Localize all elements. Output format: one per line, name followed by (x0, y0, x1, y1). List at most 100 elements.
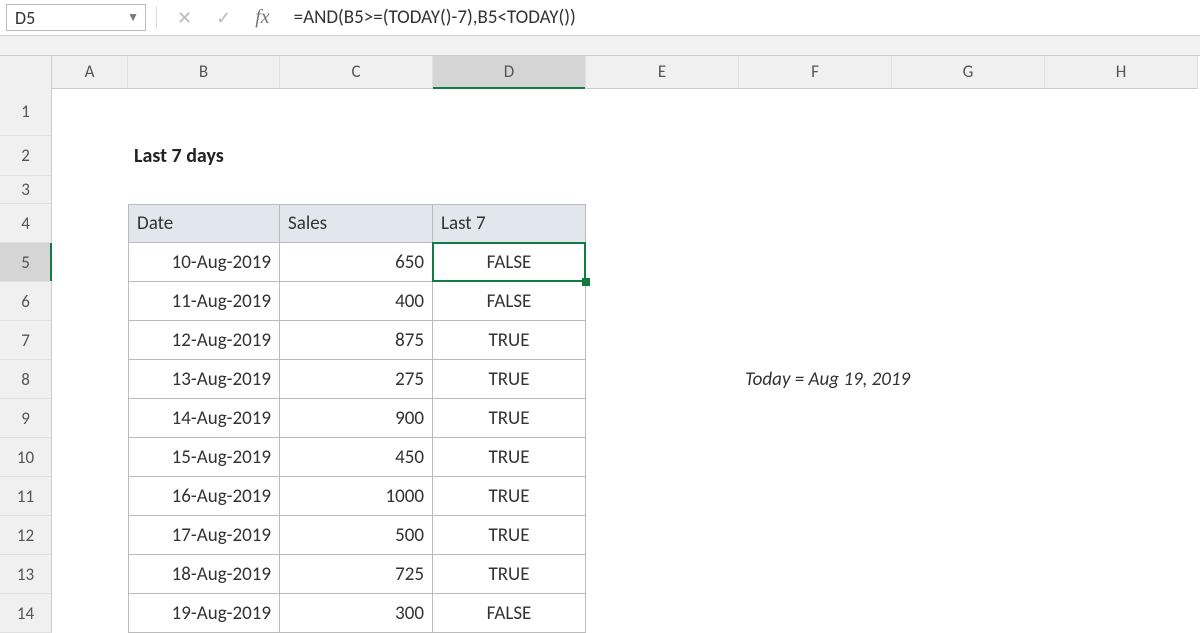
cell-h7[interactable] (1045, 321, 1198, 360)
name-box[interactable]: ▼ (6, 4, 146, 31)
cell-h4[interactable] (1045, 204, 1198, 243)
cell-sales[interactable]: 875 (280, 321, 433, 360)
cell-last7[interactable]: TRUE (433, 555, 586, 594)
cell-c3[interactable] (280, 176, 433, 204)
cell-d3[interactable] (433, 176, 586, 204)
fx-icon[interactable]: fx (255, 6, 269, 29)
select-all-corner[interactable] (0, 56, 52, 89)
cell-g2[interactable] (892, 136, 1045, 176)
cell-b3[interactable] (128, 176, 280, 204)
cell-d1[interactable] (433, 88, 586, 136)
cell-e10[interactable] (586, 438, 739, 477)
cell-e3[interactable] (586, 176, 739, 204)
row-header[interactable]: 14 (0, 594, 52, 633)
cell-a8[interactable] (52, 360, 128, 399)
cell-a14[interactable] (52, 594, 128, 633)
cell-last7[interactable]: FALSE (433, 243, 586, 282)
cell-g13[interactable] (892, 555, 1045, 594)
cell-last7[interactable]: FALSE (433, 594, 586, 633)
col-header-b[interactable]: B (128, 56, 280, 89)
cell-h8[interactable] (1045, 360, 1198, 399)
cell-last7[interactable]: TRUE (433, 516, 586, 555)
cell-a13[interactable] (52, 555, 128, 594)
row-header[interactable]: 2 (0, 136, 52, 176)
col-header-d[interactable]: D (433, 56, 586, 89)
cell-f1[interactable] (739, 88, 892, 136)
row-header[interactable]: 9 (0, 399, 52, 438)
cell-a2[interactable] (52, 136, 128, 176)
name-box-input[interactable] (15, 7, 95, 29)
cell-sales[interactable]: 400 (280, 282, 433, 321)
row-header[interactable]: 11 (0, 477, 52, 516)
cell-b1[interactable] (128, 88, 280, 136)
cell-e14[interactable] (586, 594, 739, 633)
cell-g7[interactable] (892, 321, 1045, 360)
cell-sales[interactable]: 650 (280, 243, 433, 282)
cell-f4[interactable] (739, 204, 892, 243)
cell-date[interactable]: 16-Aug-2019 (128, 477, 280, 516)
cell-date[interactable]: 15-Aug-2019 (128, 438, 280, 477)
cell-last7[interactable]: TRUE (433, 477, 586, 516)
cell-sales[interactable]: 275 (280, 360, 433, 399)
table-header-last7[interactable]: Last 7 (433, 204, 586, 243)
cell-f12[interactable] (739, 516, 892, 555)
cell-e11[interactable] (586, 477, 739, 516)
row-header[interactable]: 8 (0, 360, 52, 399)
cell-f2[interactable] (739, 136, 892, 176)
row-header[interactable]: 4 (0, 204, 52, 243)
col-header-h[interactable]: H (1045, 56, 1198, 89)
cell-last7[interactable]: TRUE (433, 360, 586, 399)
cell-f3[interactable] (739, 176, 892, 204)
cell-g1[interactable] (892, 88, 1045, 136)
cell-h6[interactable] (1045, 282, 1198, 321)
cell-g9[interactable] (892, 399, 1045, 438)
cell-h9[interactable] (1045, 399, 1198, 438)
cell-h1[interactable] (1045, 88, 1198, 136)
cell-date[interactable]: 14-Aug-2019 (128, 399, 280, 438)
cell-last7[interactable]: TRUE (433, 399, 586, 438)
cell-f5[interactable] (739, 243, 892, 282)
cell-e5[interactable] (586, 243, 739, 282)
cell-a10[interactable] (52, 438, 128, 477)
cell-date[interactable]: 18-Aug-2019 (128, 555, 280, 594)
chevron-down-icon[interactable]: ▼ (127, 10, 139, 25)
cell-f14[interactable] (739, 594, 892, 633)
cell-d2[interactable] (433, 136, 586, 176)
cell-a9[interactable] (52, 399, 128, 438)
cell-sales[interactable]: 725 (280, 555, 433, 594)
cell-h13[interactable] (1045, 555, 1198, 594)
cell-h2[interactable] (1045, 136, 1198, 176)
cancel-icon[interactable]: ✕ (177, 7, 192, 29)
cell-date[interactable]: 12-Aug-2019 (128, 321, 280, 360)
col-header-e[interactable]: E (586, 56, 739, 89)
cell-e8[interactable] (586, 360, 739, 399)
cell-g11[interactable] (892, 477, 1045, 516)
cell-date[interactable]: 17-Aug-2019 (128, 516, 280, 555)
enter-check-icon[interactable]: ✓ (216, 7, 231, 29)
cell-last7[interactable]: TRUE (433, 438, 586, 477)
cell-sales[interactable]: 300 (280, 594, 433, 633)
cell-last7[interactable]: TRUE (433, 321, 586, 360)
cell-f9[interactable] (739, 399, 892, 438)
cell-h12[interactable] (1045, 516, 1198, 555)
row-header[interactable]: 10 (0, 438, 52, 477)
cell-h5[interactable] (1045, 243, 1198, 282)
cell-g14[interactable] (892, 594, 1045, 633)
cell-e6[interactable] (586, 282, 739, 321)
cell-h10[interactable] (1045, 438, 1198, 477)
cell-g8[interactable] (892, 360, 1045, 399)
cell-last7[interactable]: FALSE (433, 282, 586, 321)
cell-e12[interactable] (586, 516, 739, 555)
col-header-c[interactable]: C (280, 56, 433, 89)
row-header[interactable]: 7 (0, 321, 52, 360)
row-header[interactable]: 1 (0, 88, 52, 136)
cell-date[interactable]: 11-Aug-2019 (128, 282, 280, 321)
cell-date[interactable]: 19-Aug-2019 (128, 594, 280, 633)
cell-f10[interactable] (739, 438, 892, 477)
cell-a3[interactable] (52, 176, 128, 204)
note-text[interactable]: Today = Aug 19, 2019 (739, 360, 892, 399)
table-header-sales[interactable]: Sales (280, 204, 433, 243)
cell-sales[interactable]: 900 (280, 399, 433, 438)
cell-h3[interactable] (1045, 176, 1198, 204)
cell-e2[interactable] (586, 136, 739, 176)
